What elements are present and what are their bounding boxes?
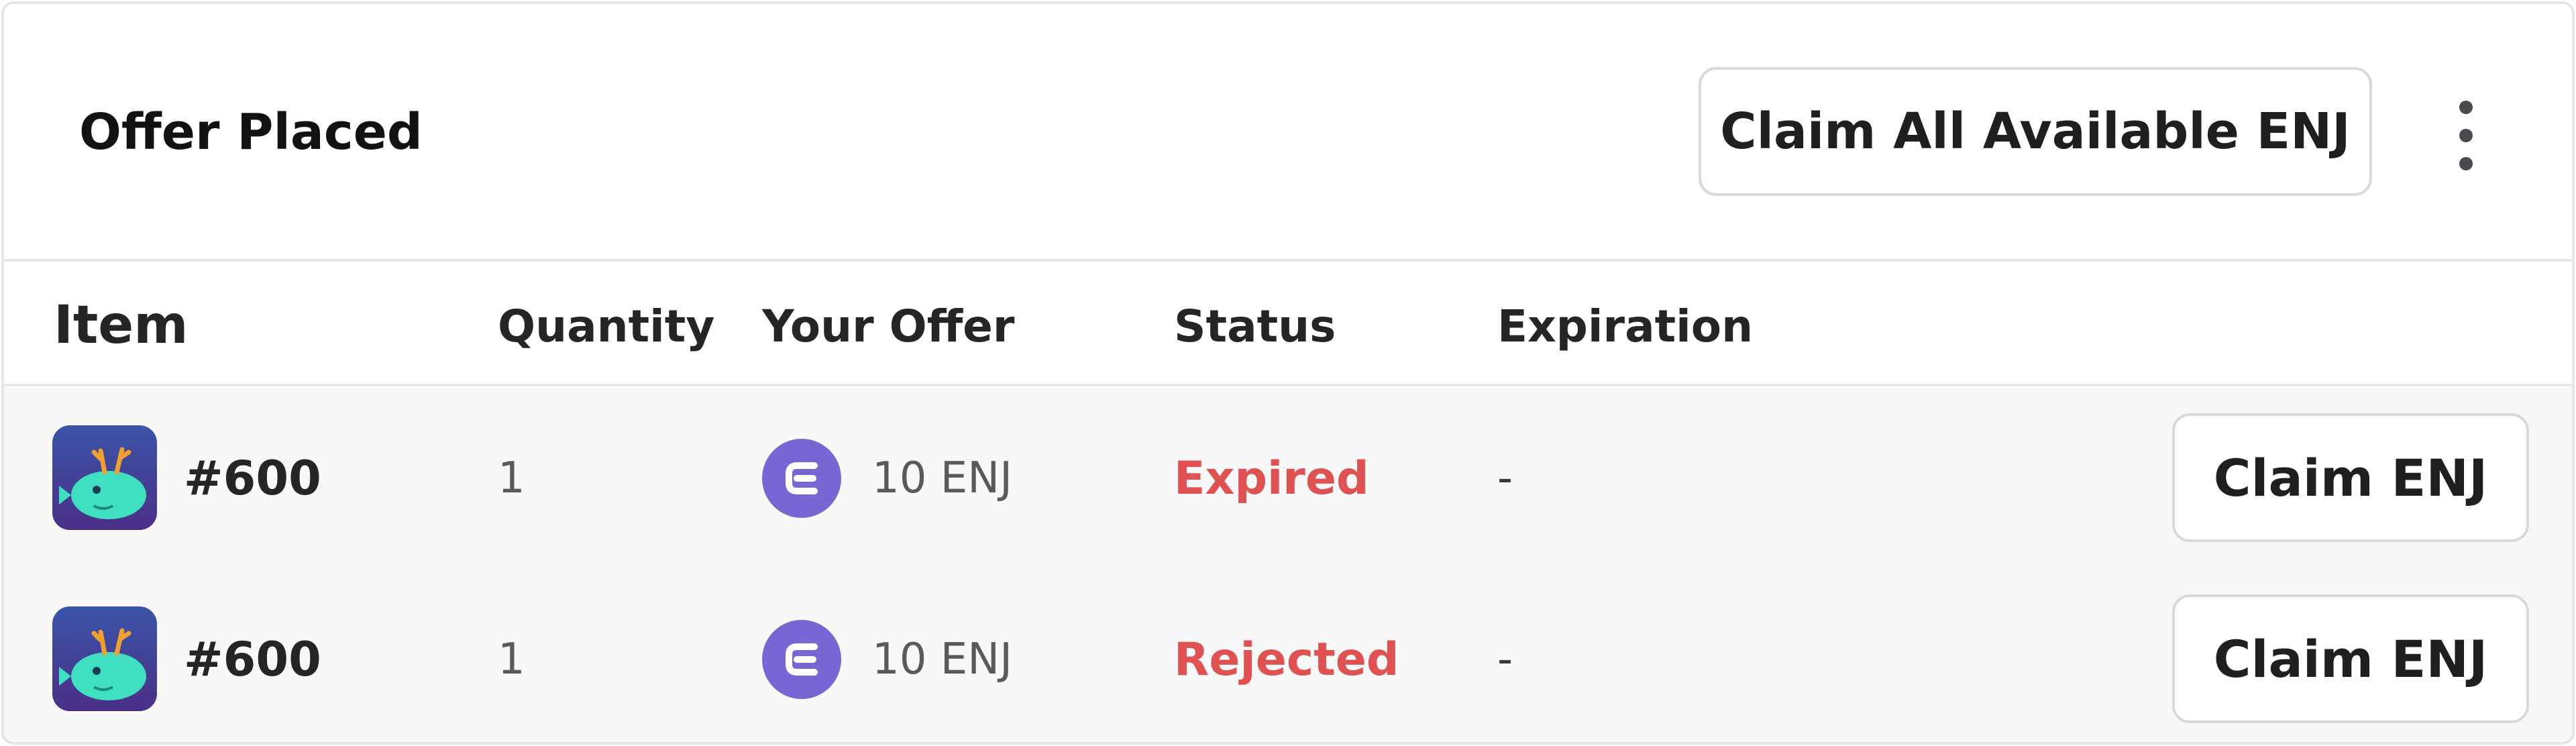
status-badge: Rejected — [1174, 633, 1399, 686]
offer-amount: 10 ENJ — [872, 635, 1012, 684]
offer-amount: 10 ENJ — [872, 454, 1012, 503]
expiration-value: - — [1497, 454, 1513, 503]
item-id: #600 — [184, 632, 321, 687]
claim-enj-button[interactable]: Claim ENJ — [2172, 594, 2529, 723]
card-header: Offer Placed Claim All Available ENJ — [4, 4, 2572, 262]
item-quantity: 1 — [498, 454, 525, 503]
item-avatar — [52, 606, 157, 711]
enj-coin-icon — [762, 439, 841, 518]
menu-dot — [2459, 129, 2473, 142]
column-header-item: Item — [54, 295, 189, 356]
table-row: #600 1 10 ENJ Expired - Claim ENJ — [4, 388, 2572, 569]
claim-enj-button[interactable]: Claim ENJ — [2172, 413, 2529, 542]
offers-card: Offer Placed Claim All Available ENJ Ite… — [1, 1, 2575, 745]
column-header-quantity: Quantity — [498, 301, 715, 352]
table-row: #600 1 10 ENJ Rejected - Claim ENJ — [4, 569, 2572, 742]
menu-dot — [2459, 101, 2473, 114]
table-header: Item Quantity Your Offer Status Expirati… — [4, 262, 2572, 386]
item-quantity: 1 — [498, 635, 525, 684]
page-title: Offer Placed — [79, 103, 423, 161]
menu-dot — [2459, 157, 2473, 170]
column-header-status: Status — [1174, 301, 1336, 352]
enj-coin-icon — [762, 620, 841, 699]
more-vertical-icon[interactable] — [2439, 95, 2493, 176]
item-id: #600 — [184, 451, 321, 506]
expiration-value: - — [1497, 635, 1513, 684]
claim-all-button[interactable]: Claim All Available ENJ — [1699, 67, 2372, 196]
item-avatar — [52, 425, 157, 530]
status-badge: Expired — [1174, 452, 1369, 505]
column-header-expiration: Expiration — [1497, 301, 1754, 352]
column-header-your-offer: Your Offer — [762, 301, 1015, 352]
